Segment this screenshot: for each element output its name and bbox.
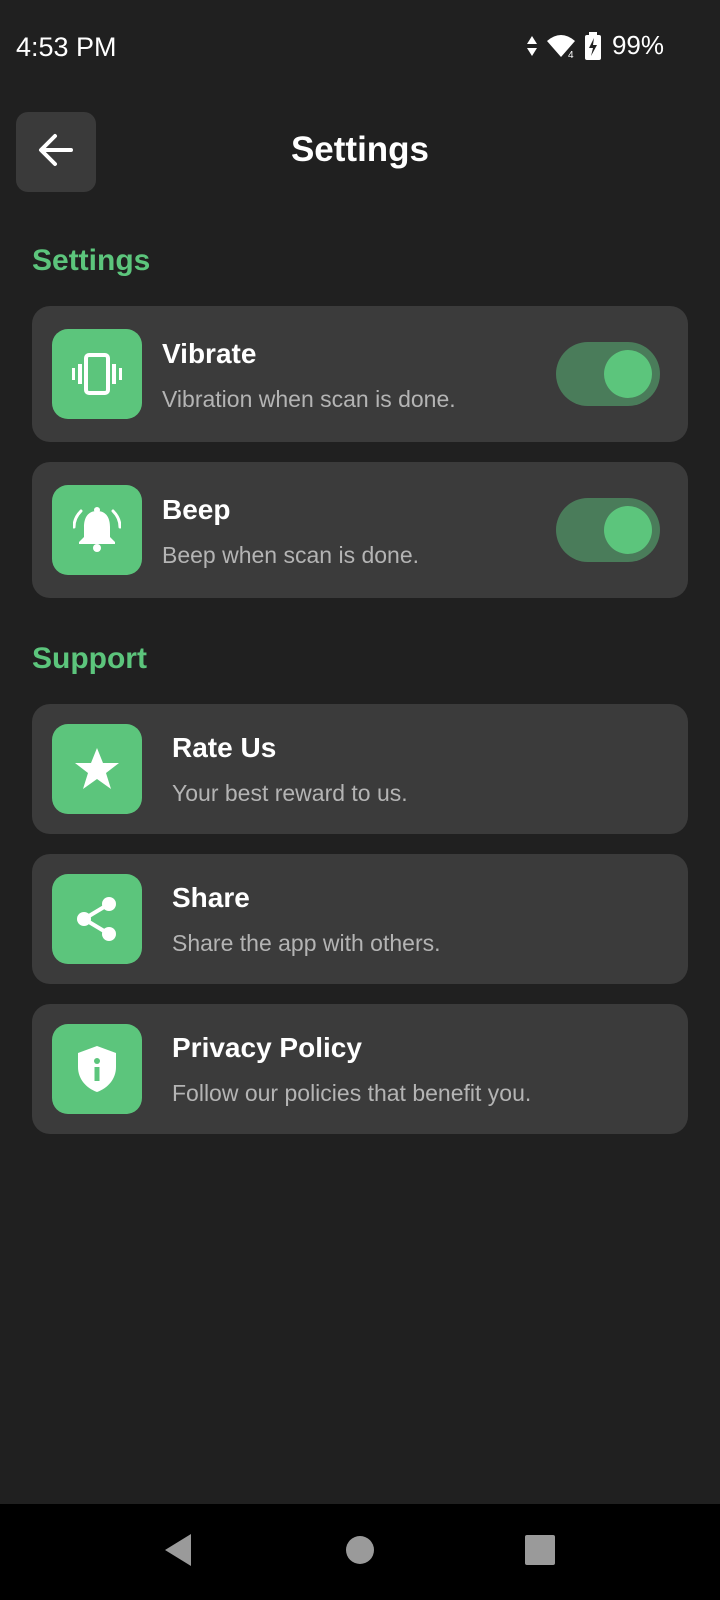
support-card-rate-us[interactable]: Rate Us Your best reward to us. bbox=[32, 704, 688, 834]
support-subtitle: Share the app with others. bbox=[172, 930, 441, 956]
page-title: Settings bbox=[290, 130, 430, 169]
home-circle-icon bbox=[345, 1535, 375, 1570]
back-triangle-icon bbox=[163, 1533, 193, 1572]
status-time: 4:53 PM bbox=[16, 32, 117, 62]
support-subtitle: Follow our policies that benefit you. bbox=[172, 1080, 532, 1106]
status-icons: 4 99% bbox=[526, 30, 664, 61]
battery-percent: 99% bbox=[611, 30, 664, 60]
share-icon bbox=[52, 874, 142, 964]
support-title: Share bbox=[172, 882, 250, 913]
data-arrows-icon bbox=[526, 34, 538, 58]
setting-card-vibrate[interactable]: Vibrate Vibration when scan is done. bbox=[32, 306, 688, 442]
setting-card-beep[interactable]: Beep Beep when scan is done. bbox=[32, 462, 688, 598]
nav-recents-button[interactable] bbox=[500, 1504, 580, 1600]
vibrate-toggle[interactable] bbox=[556, 342, 660, 406]
setting-subtitle: Beep when scan is done. bbox=[162, 542, 420, 568]
toggle-knob bbox=[604, 506, 652, 554]
settings-screen: 4:53 PM 4 99% Settings Settings Vibrate … bbox=[0, 0, 720, 1600]
vibrate-icon bbox=[52, 329, 142, 419]
star-icon bbox=[52, 724, 142, 814]
shield-info-icon bbox=[52, 1024, 142, 1114]
support-card-privacy-policy[interactable]: Privacy Policy Follow our policies that … bbox=[32, 1004, 688, 1134]
status-bar: 4:53 PM 4 99% bbox=[0, 0, 720, 100]
system-nav-bar bbox=[0, 1504, 720, 1600]
support-card-share[interactable]: Share Share the app with others. bbox=[32, 854, 688, 984]
support-title: Privacy Policy bbox=[172, 1032, 362, 1063]
setting-title: Beep bbox=[162, 494, 231, 525]
support-title: Rate Us bbox=[172, 732, 277, 763]
beep-toggle[interactable] bbox=[556, 498, 660, 562]
setting-subtitle: Vibration when scan is done. bbox=[162, 386, 456, 412]
nav-back-button[interactable] bbox=[138, 1504, 218, 1600]
bell-ring-icon bbox=[52, 485, 142, 575]
svg-text:4: 4 bbox=[568, 50, 574, 59]
section-heading-settings: Settings bbox=[32, 244, 151, 277]
setting-title: Vibrate bbox=[162, 338, 257, 369]
recents-square-icon bbox=[525, 1534, 555, 1570]
toggle-knob bbox=[604, 350, 652, 398]
section-heading-support: Support bbox=[32, 642, 147, 675]
wifi-icon: 4 bbox=[546, 33, 576, 59]
support-subtitle: Your best reward to us. bbox=[172, 780, 408, 806]
nav-home-button[interactable] bbox=[320, 1504, 400, 1600]
battery-charging-icon bbox=[584, 31, 602, 60]
